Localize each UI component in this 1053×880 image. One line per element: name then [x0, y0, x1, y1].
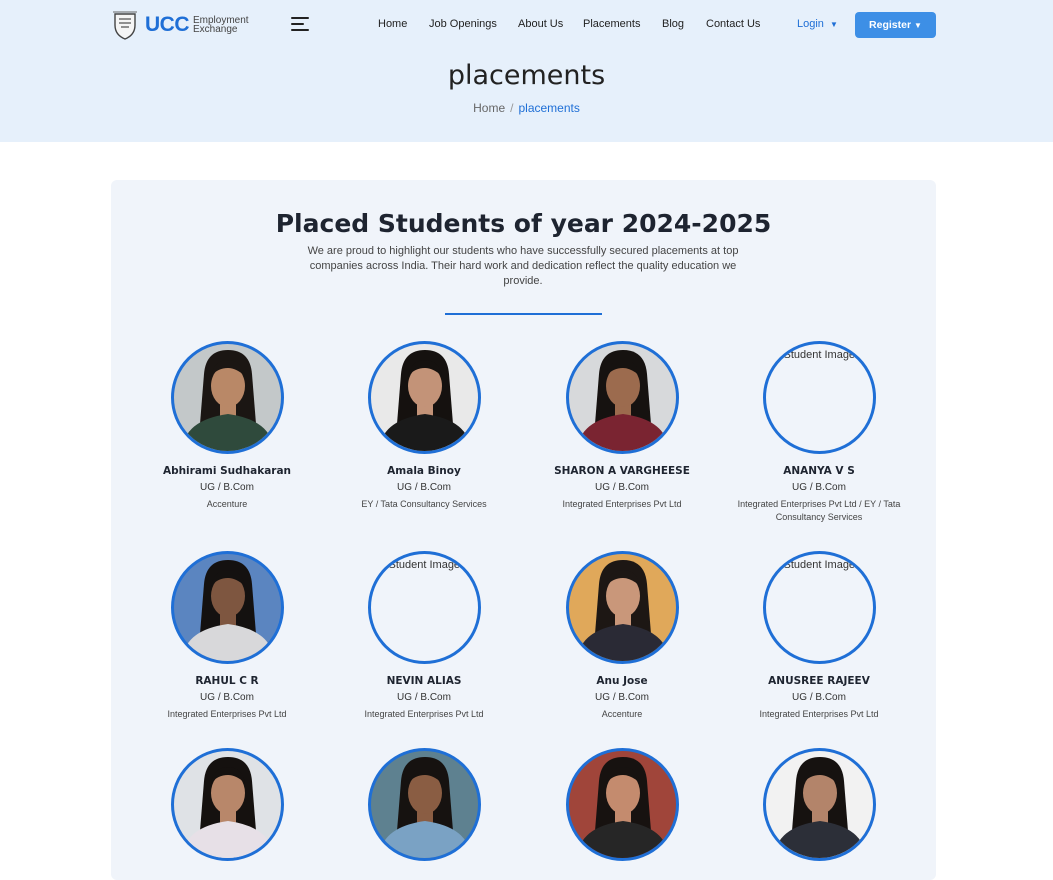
student-photo [762, 748, 876, 861]
section-title: Placed Students of year 2024-2025 [275, 209, 772, 238]
section-divider [445, 313, 602, 315]
chevron-down-icon: ▼ [829, 20, 838, 29]
breadcrumb: Home / placements [0, 101, 1053, 115]
student-card: SHARON A VARGHEESE UG / B.Com Integrated E… [522, 341, 722, 511]
student-card: RAHUL C R UG / B.Com Integrated Enterprise… [127, 551, 327, 721]
register-button[interactable]: Register ▼ [855, 12, 936, 38]
page-title: placements [447, 60, 606, 91]
login-label: Login [797, 18, 824, 30]
student-photo [565, 341, 679, 454]
student-course: UG / B.Com [595, 692, 649, 703]
person-portrait-icon [378, 757, 471, 858]
student-company: Accenture [206, 499, 248, 509]
student-name: Amala Binoy [387, 465, 461, 477]
nav-blog[interactable]: Blog [662, 18, 684, 30]
student-name: Anu Jose [596, 675, 648, 687]
student-card [719, 748, 919, 861]
person-portrait-icon [576, 757, 669, 858]
person-portrait-icon [773, 757, 866, 858]
student-card: Student Image NEVIN ALIAS UG / B.Com Integr… [324, 551, 524, 721]
breadcrumb-home[interactable]: Home [473, 101, 505, 115]
section-description: We are proud to highlight our students w… [307, 245, 739, 287]
login-dropdown[interactable]: Login ▼ [797, 18, 838, 30]
student-company: Accenture [601, 709, 643, 719]
chevron-down-icon: ▼ [914, 20, 922, 30]
broken-image-alt-text: Student Image [388, 559, 461, 571]
broken-image-alt-text: Student Image [783, 349, 856, 361]
student-photo [170, 551, 284, 664]
student-photo: Student Image [762, 341, 876, 454]
student-card [522, 748, 722, 861]
student-company: Integrated Enterprises Pvt Ltd / EY / Ta… [737, 499, 901, 522]
student-card [324, 748, 524, 861]
brand-tagline-line2: Exchange [193, 24, 238, 35]
student-photo [367, 748, 481, 861]
brand-name: UCC [145, 13, 190, 36]
person-portrait-icon [576, 350, 669, 451]
university-emblem-icon [113, 11, 137, 40]
brand-tagline: Employment Exchange [193, 16, 249, 35]
student-photo [565, 748, 679, 861]
student-name: ANUSREE RAJEEV [768, 675, 870, 687]
student-company: EY / Tata Consultancy Services [361, 499, 487, 509]
nav-contact-us[interactable]: Contact Us [706, 18, 760, 30]
student-card: Abhirami Sudhakaran UG / B.Com Accenture [127, 341, 327, 511]
student-photo: Student Image [762, 551, 876, 664]
person-portrait-icon [181, 350, 274, 451]
student-photo: Student Image [367, 551, 481, 664]
student-name: Abhirami Sudhakaran [162, 465, 292, 477]
student-card: Student Image ANANYA V S UG / B.Com Integra… [719, 341, 919, 524]
student-name: ANANYA V S [783, 465, 855, 477]
register-label: Register [869, 19, 912, 31]
student-company: Integrated Enterprises Pvt Ltd [759, 709, 879, 719]
student-course: UG / B.Com [397, 482, 451, 493]
student-name: RAHUL C R [195, 675, 259, 687]
nav-home[interactable]: Home [378, 18, 407, 30]
student-course: UG / B.Com [397, 692, 451, 703]
nav-about-us[interactable]: About Us [518, 18, 563, 30]
person-portrait-icon [181, 757, 274, 858]
person-portrait-icon [378, 350, 471, 451]
student-card: Student Image ANUSREE RAJEEV UG / B.Com Int… [719, 551, 919, 721]
breadcrumb-separator: / [510, 101, 514, 115]
student-course: UG / B.Com [200, 482, 254, 493]
person-portrait-icon [576, 560, 669, 661]
student-course: UG / B.Com [792, 482, 846, 493]
student-name: SHARON A VARGHEESE [554, 465, 690, 477]
student-photo [170, 748, 284, 861]
student-card: Amala Binoy UG / B.Com EY / Tata Consultan… [324, 341, 524, 511]
nav-placements[interactable]: Placements [583, 18, 640, 30]
page-header: UCC Employment Exchange Home Job Opening… [0, 0, 1053, 142]
student-company: Integrated Enterprises Pvt Ltd [167, 709, 287, 719]
student-photo [170, 341, 284, 454]
hamburger-icon[interactable] [291, 17, 309, 31]
site-logo[interactable]: UCC Employment Exchange [112, 10, 249, 40]
broken-image-alt-text: Student Image [783, 559, 856, 571]
student-company: Integrated Enterprises Pvt Ltd [562, 499, 682, 509]
student-company: Integrated Enterprises Pvt Ltd [364, 709, 484, 719]
student-card: Anu Jose UG / B.Com Accenture [522, 551, 722, 721]
student-name: NEVIN ALIAS [386, 675, 462, 687]
student-photo [565, 551, 679, 664]
person-portrait-icon [181, 560, 274, 661]
student-photo [367, 341, 481, 454]
student-course: UG / B.Com [200, 692, 254, 703]
student-course: UG / B.Com [792, 692, 846, 703]
student-course: UG / B.Com [595, 482, 649, 493]
student-card [127, 748, 327, 861]
placements-section: Placed Students of year 2024-2025 We are… [111, 180, 936, 880]
breadcrumb-current: placements [518, 101, 580, 115]
nav-job-openings[interactable]: Job Openings [429, 18, 497, 30]
